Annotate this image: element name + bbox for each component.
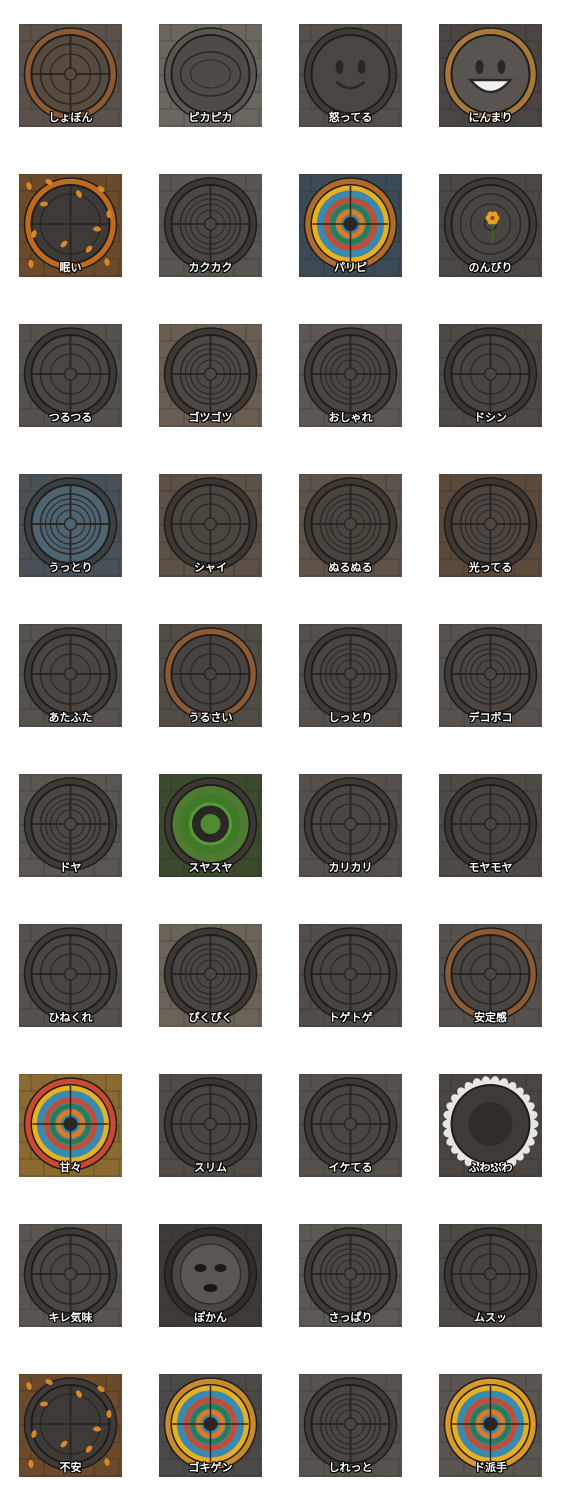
sticker-tile[interactable]: ゴキゲン [159, 1374, 262, 1477]
sticker-tile[interactable]: 安定感 [439, 924, 542, 1027]
sticker-tile[interactable]: ふわふわ [439, 1074, 542, 1177]
sticker-label: あたふた [48, 711, 93, 724]
sticker-label: さっぱり [328, 1311, 373, 1324]
sticker-tile[interactable]: ド派手 [439, 1374, 542, 1477]
sticker-label: しれっと [328, 1461, 373, 1474]
sticker-label: うるさい [188, 711, 233, 724]
sticker-label: ピカピカ [188, 111, 233, 124]
sticker-label: ぬるぬる [328, 561, 373, 574]
sticker-label: ふわふわ [468, 1161, 513, 1174]
sticker-tile[interactable]: うっとり [19, 474, 122, 577]
sticker-label: スリム [194, 1161, 227, 1174]
sticker-tile[interactable]: うるさい [159, 624, 262, 727]
sticker-label: のんびり [468, 261, 513, 274]
sticker-tile[interactable]: パリピ [299, 174, 402, 277]
sticker-label: ド派手 [474, 1461, 507, 1474]
sticker-tile[interactable]: あたふた [19, 624, 122, 727]
sticker-tile[interactable]: トゲトゲ [299, 924, 402, 1027]
sticker-tile[interactable]: キレ気味 [19, 1224, 122, 1327]
sticker-tile[interactable]: ぴくぴく [159, 924, 262, 1027]
sticker-label: トゲトゲ [328, 1011, 373, 1024]
sticker-label: 甘々 [59, 1161, 82, 1174]
sticker-label: ゴツゴツ [188, 411, 233, 424]
sticker-label: 光ってる [468, 561, 513, 574]
sticker-tile[interactable]: カリカリ [299, 774, 402, 877]
sticker-tile[interactable]: 眠い [19, 174, 122, 277]
sticker-tile[interactable]: ムスッ [439, 1224, 542, 1327]
sticker-tile[interactable]: ぽかん [159, 1224, 262, 1327]
sticker-label: つるつる [48, 411, 93, 424]
sticker-label: ぴくぴく [188, 1011, 233, 1024]
sticker-grid: しょぼん ピカピカ 怒ってる にんまり眠い カクカク パリピ のんびりつるつる ゴツゴツ おしゃ… [0, 0, 562, 1500]
sticker-label: うっとり [48, 561, 93, 574]
sticker-label: モヤモヤ [468, 861, 513, 874]
sticker-tile[interactable]: 怒ってる [299, 24, 402, 127]
sticker-label: デコボコ [468, 711, 513, 724]
sticker-label: ぽかん [194, 1311, 227, 1324]
sticker-label: しょぼん [48, 111, 93, 124]
sticker-tile[interactable]: ドヤ [19, 774, 122, 877]
sticker-label: ゴキゲン [188, 1461, 233, 1474]
sticker-tile[interactable]: しれっと [299, 1374, 402, 1477]
sticker-label: パリピ [334, 261, 367, 274]
sticker-label: イケてる [328, 1161, 373, 1174]
sticker-label: おしゃれ [328, 411, 373, 424]
sticker-tile[interactable]: ドシン [439, 324, 542, 427]
sticker-label: スヤスヤ [188, 861, 233, 874]
sticker-tile[interactable]: しっとり [299, 624, 402, 727]
sticker-tile[interactable]: デコボコ [439, 624, 542, 727]
sticker-label: ムスッ [474, 1311, 507, 1324]
sticker-label: しっとり [328, 711, 373, 724]
sticker-label: キレ気味 [48, 1311, 93, 1324]
sticker-tile[interactable]: モヤモヤ [439, 774, 542, 877]
sticker-label: 不安 [59, 1461, 82, 1474]
sticker-tile[interactable]: スヤスヤ [159, 774, 262, 877]
sticker-tile[interactable]: おしゃれ [299, 324, 402, 427]
sticker-tile[interactable]: しょぼん [19, 24, 122, 127]
sticker-tile[interactable]: カクカク [159, 174, 262, 277]
sticker-tile[interactable]: のんびり [439, 174, 542, 277]
sticker-label: ドシン [474, 411, 507, 424]
sticker-tile[interactable]: ひねくれ [19, 924, 122, 1027]
sticker-tile[interactable]: 光ってる [439, 474, 542, 577]
sticker-tile[interactable]: ゴツゴツ [159, 324, 262, 427]
sticker-tile[interactable]: ぬるぬる [299, 474, 402, 577]
sticker-tile[interactable]: にんまり [439, 24, 542, 127]
sticker-label: 安定感 [474, 1011, 507, 1024]
sticker-tile[interactable]: イケてる [299, 1074, 402, 1177]
sticker-tile[interactable]: シャイ [159, 474, 262, 577]
sticker-label: ドヤ [59, 861, 82, 874]
sticker-label: シャイ [194, 561, 227, 574]
sticker-label: カリカリ [328, 861, 373, 874]
sticker-tile[interactable]: さっぱり [299, 1224, 402, 1327]
sticker-label: 怒ってる [328, 111, 373, 124]
sticker-tile[interactable]: 不安 [19, 1374, 122, 1477]
sticker-label: 眠い [59, 261, 82, 274]
sticker-label: ひねくれ [48, 1011, 93, 1024]
sticker-label: カクカク [188, 261, 233, 274]
sticker-label: にんまり [468, 111, 513, 124]
sticker-tile[interactable]: つるつる [19, 324, 122, 427]
sticker-tile[interactable]: 甘々 [19, 1074, 122, 1177]
sticker-tile[interactable]: スリム [159, 1074, 262, 1177]
sticker-tile[interactable]: ピカピカ [159, 24, 262, 127]
